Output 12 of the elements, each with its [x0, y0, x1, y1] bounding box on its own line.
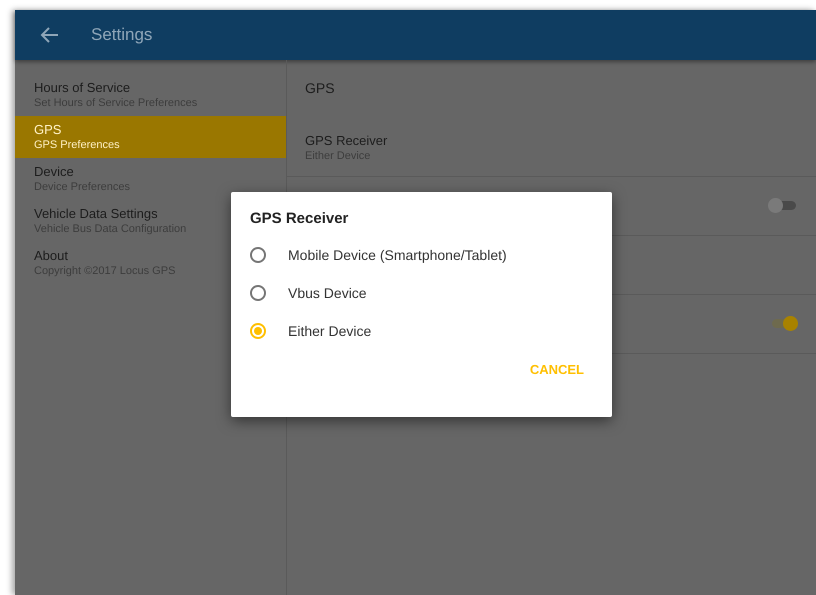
radio-option[interactable]: Either Device: [250, 312, 612, 350]
dialog-title: GPS Receiver: [250, 210, 350, 227]
back-arrow-icon[interactable]: [39, 26, 59, 44]
cancel-button[interactable]: CANCEL: [530, 358, 584, 381]
sidebar-item[interactable]: GPS GPS Preferences: [15, 116, 286, 158]
radio-button[interactable]: [250, 323, 266, 339]
radio-button[interactable]: [250, 285, 266, 301]
radio-option[interactable]: Vbus Device: [250, 274, 612, 312]
radio-button[interactable]: [250, 247, 266, 263]
section-heading: GPS: [304, 79, 336, 98]
radio-option[interactable]: Mobile Device (Smartphone/Tablet): [250, 236, 612, 274]
app-bar-title: Settings: [91, 25, 152, 45]
